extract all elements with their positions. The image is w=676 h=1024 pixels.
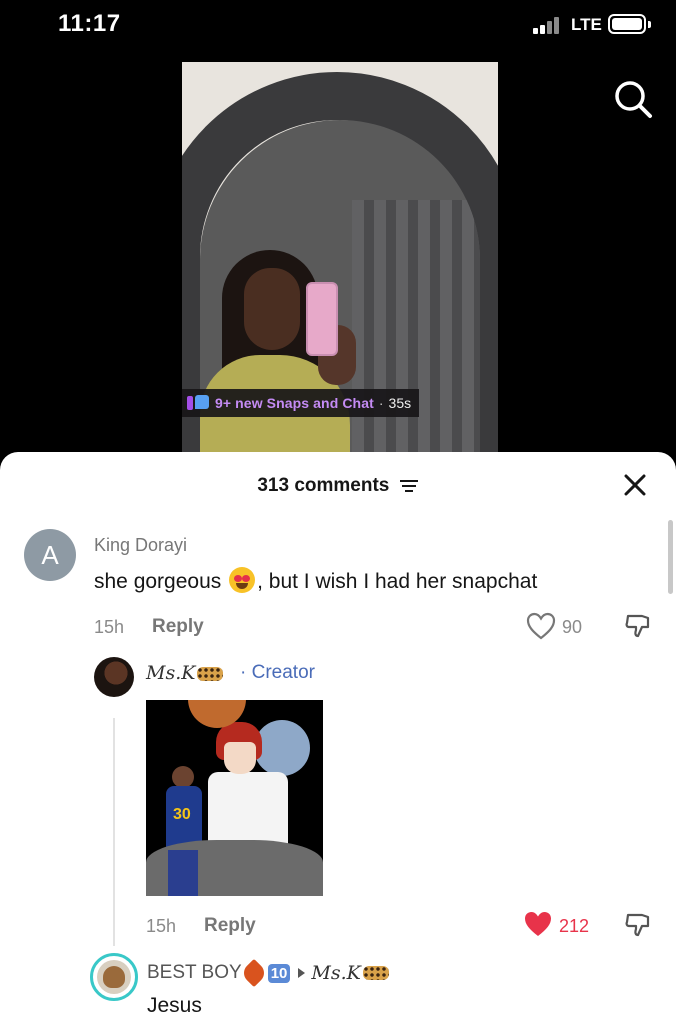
image-player-legs xyxy=(168,850,198,896)
person-face xyxy=(244,268,300,350)
comments-count: 313 comments xyxy=(257,475,390,496)
snap-overlay-time: 35s xyxy=(388,395,412,411)
snap-overlay-text: 9+ new Snaps and Chat xyxy=(215,395,374,411)
creator-name[interactable]: Ms.K xyxy=(146,662,224,684)
clock: 11:17 xyxy=(58,10,121,37)
reply-button[interactable]: Reply xyxy=(152,616,204,638)
network-label: LTE xyxy=(571,15,602,34)
comment-text: she gorgeous , but I wish I had her snap… xyxy=(94,567,537,594)
reply-text: Jesus xyxy=(147,994,202,1017)
avatar[interactable]: A xyxy=(24,529,76,581)
heart-filled-icon[interactable] xyxy=(523,910,553,938)
creator-name-text: Ms.K xyxy=(146,662,196,684)
reply-header: BEST BOY 10 Ms.K xyxy=(147,958,389,988)
image-anime-face xyxy=(224,742,256,774)
thread-line xyxy=(113,718,115,946)
maple-leaf-icon xyxy=(239,958,268,988)
reply-username[interactable]: BEST BOY xyxy=(147,962,242,984)
snap-overlay-separator: · xyxy=(378,395,384,411)
search-button[interactable] xyxy=(612,78,656,122)
person-phone xyxy=(306,282,338,356)
like-count: 90 xyxy=(562,617,583,637)
heart-eyes-emoji-icon xyxy=(229,567,256,593)
creator-avatar[interactable] xyxy=(94,657,134,697)
comments-header: 313 comments xyxy=(0,472,676,502)
image-player-head xyxy=(172,766,194,788)
signal-icon xyxy=(533,14,565,34)
reply-button[interactable]: Reply xyxy=(204,915,256,937)
reply-time: 15h xyxy=(146,916,177,936)
search-icon xyxy=(615,81,652,118)
snap-notification-overlay: 9+ new Snaps and Chat · 35s xyxy=(182,389,419,417)
keycap-badge: 10 xyxy=(267,963,291,983)
snap-chat-icon xyxy=(187,395,209,411)
comments-count-sort[interactable]: 313 comments xyxy=(0,475,676,497)
comment-username[interactable]: King Dorayi xyxy=(94,535,187,556)
image-player-number: 30 xyxy=(173,806,191,823)
reply-to-name[interactable]: Ms.K xyxy=(311,962,360,984)
creator-tag: · Creator xyxy=(240,662,315,683)
comments-sheet: 313 comments A King Dorayi she gorgeous … xyxy=(0,452,676,1024)
image-globe xyxy=(254,720,310,776)
dislike-icon[interactable] xyxy=(624,612,652,640)
scrollbar[interactable] xyxy=(668,520,673,594)
reply-arrow-icon xyxy=(298,968,306,978)
close-comments-button[interactable] xyxy=(621,471,649,499)
like-count: 212 xyxy=(559,916,590,936)
reply-image[interactable]: 30 xyxy=(146,700,323,896)
reply-avatar[interactable] xyxy=(90,953,138,1001)
comment-text-part2: , but I wish I had her snapchat xyxy=(257,570,538,593)
comment-text-part1: she gorgeous xyxy=(94,570,222,593)
cheetah-emoji-icon xyxy=(197,667,224,681)
comment-time: 15h xyxy=(94,617,125,637)
battery-icon xyxy=(608,14,646,34)
close-icon xyxy=(624,474,646,496)
dislike-icon[interactable] xyxy=(624,911,652,939)
heart-icon[interactable] xyxy=(526,612,556,640)
cheetah-emoji-icon xyxy=(362,966,389,980)
battery-nub xyxy=(648,21,651,28)
filter-icon xyxy=(399,479,418,492)
status-bar: 11:17 LTE xyxy=(0,0,676,52)
